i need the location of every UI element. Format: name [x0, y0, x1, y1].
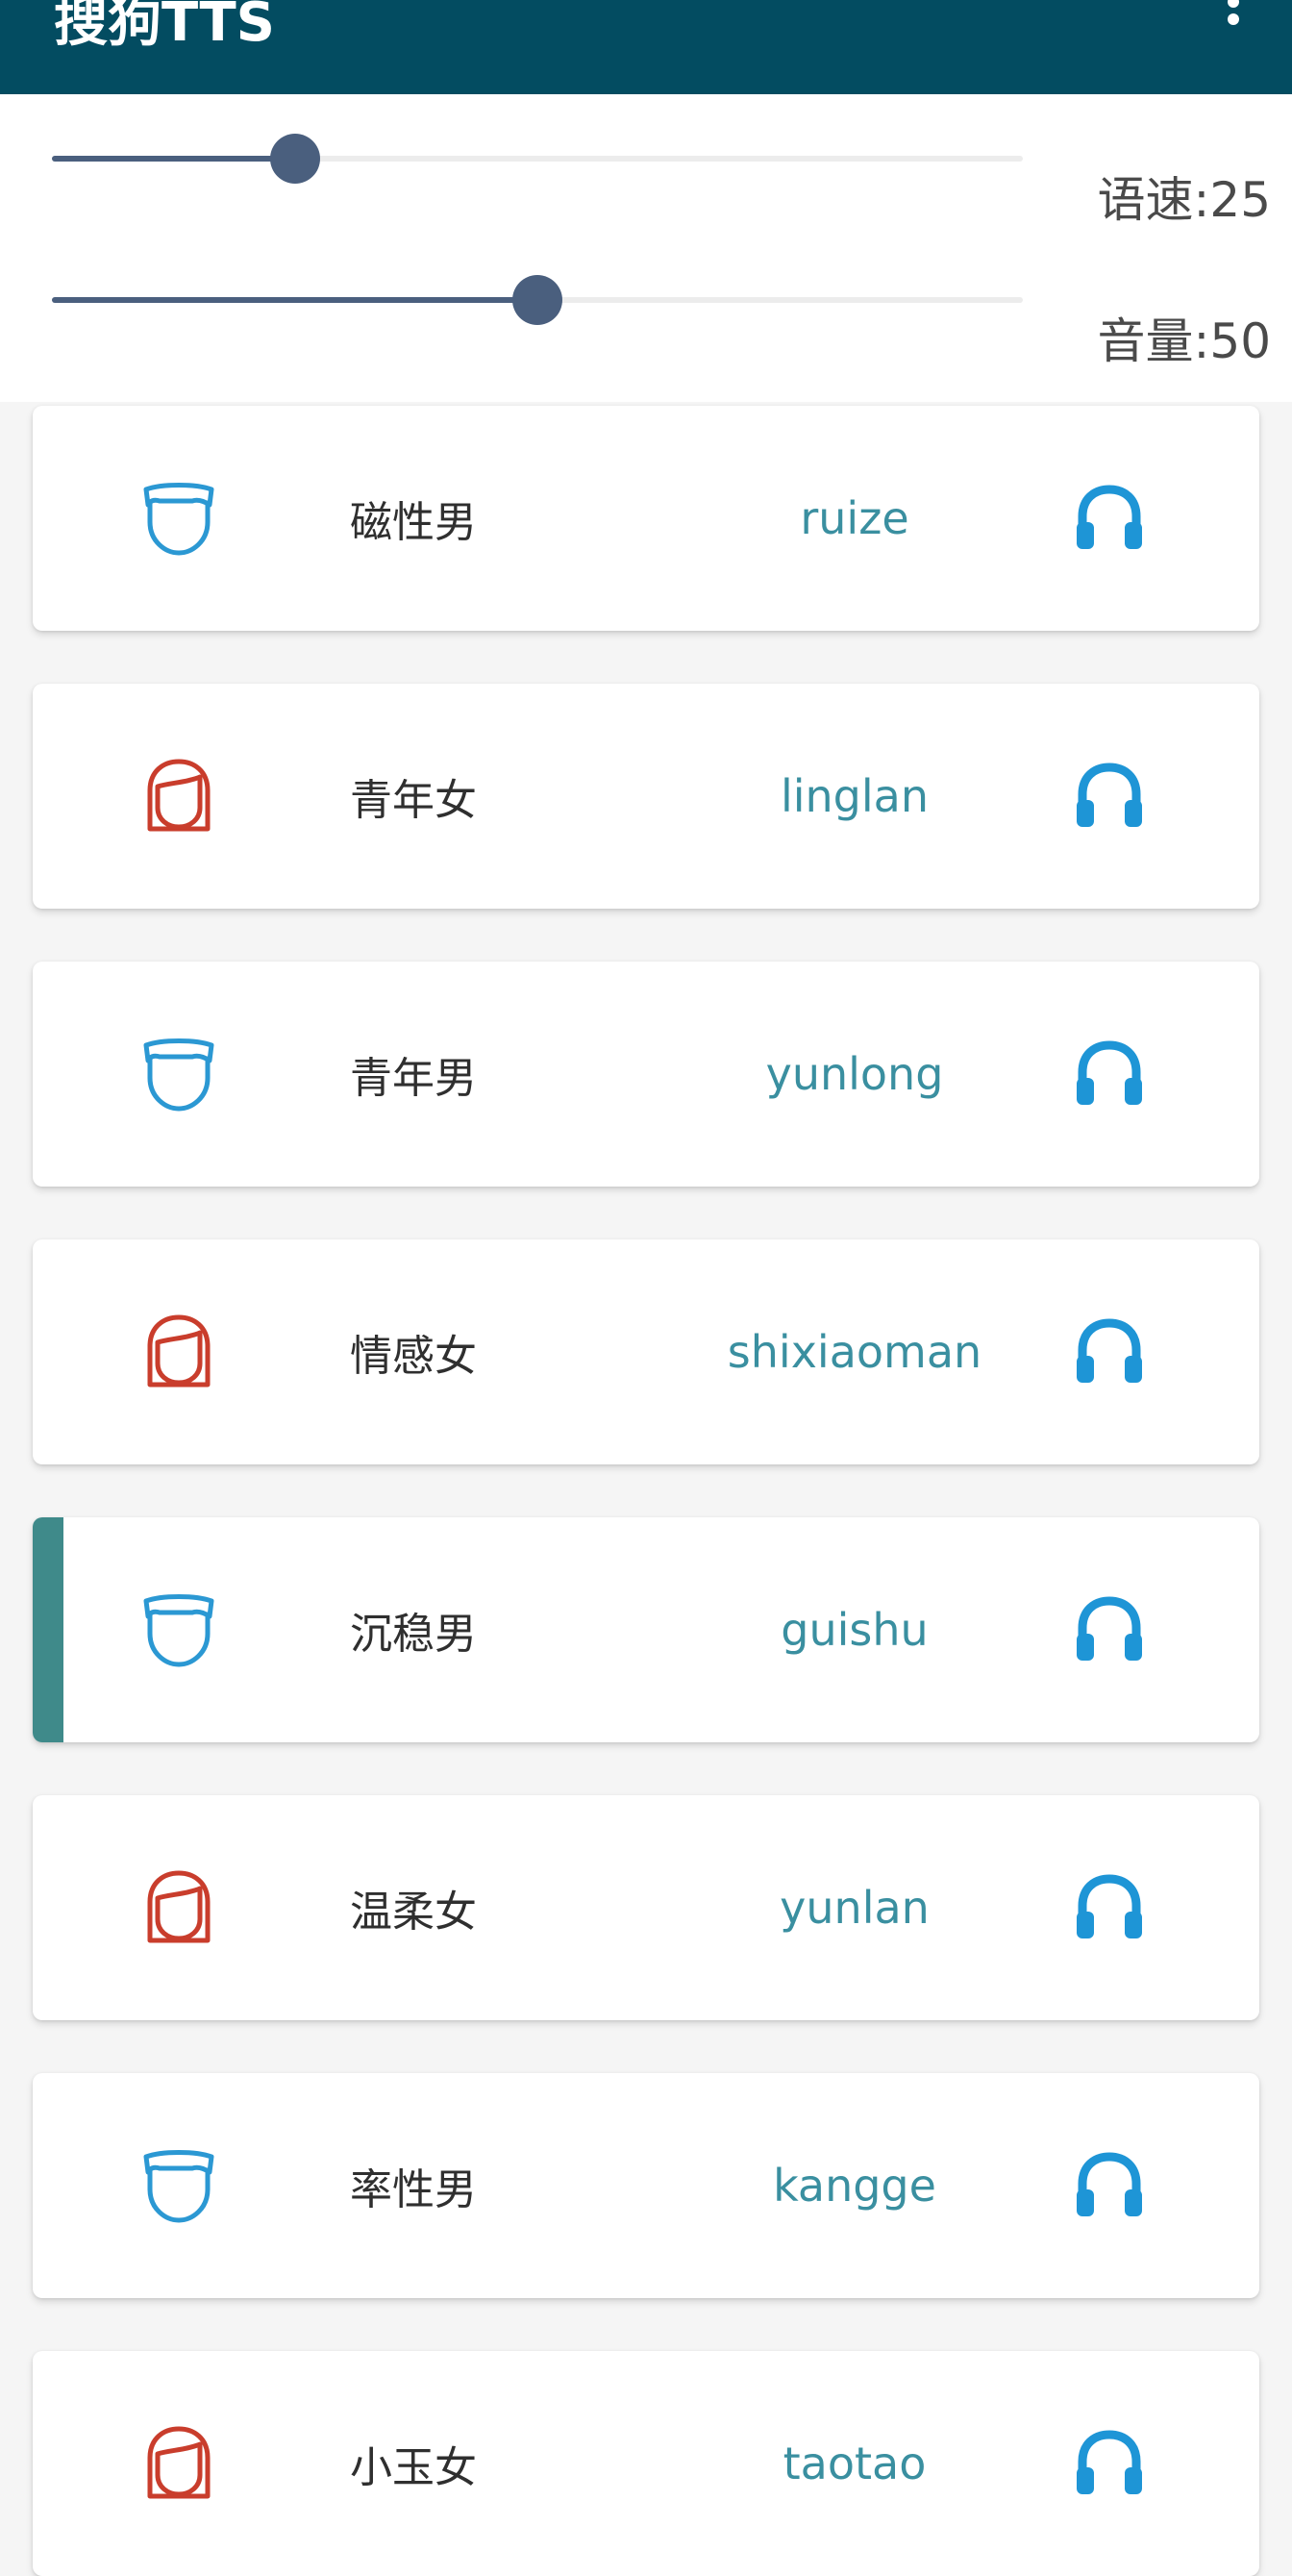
- speed-slider-fill: [52, 156, 295, 162]
- headphone-icon[interactable]: [1075, 2151, 1144, 2220]
- voice-id: yunlong: [765, 1048, 944, 1100]
- more-vertical-icon[interactable]: [1217, 0, 1250, 35]
- voice-card[interactable]: 率性男 kangge: [33, 2073, 1259, 2298]
- speed-slider-row: 语速:25: [0, 115, 1292, 228]
- tts-controls: 语速:25 音量:50: [0, 94, 1292, 402]
- headphone-icon[interactable]: [1075, 2429, 1144, 2498]
- voice-card[interactable]: 青年女 linglan: [33, 684, 1259, 909]
- speed-value-label: 语速:25: [1097, 172, 1271, 228]
- voice-label: 青年女: [350, 776, 477, 825]
- voice-label: 情感女: [350, 1332, 477, 1381]
- voice-label: 小玉女: [350, 2443, 477, 2492]
- headphone-icon[interactable]: [1075, 1595, 1144, 1664]
- voice-label: 青年男: [350, 1054, 477, 1103]
- voice-id: yunlan: [780, 1882, 930, 1934]
- female-face-icon: [140, 1869, 217, 1946]
- speed-slider[interactable]: [52, 134, 1023, 184]
- headphone-icon[interactable]: [1075, 762, 1144, 831]
- voice-id: guishu: [781, 1604, 929, 1656]
- voice-id: ruize: [800, 492, 909, 544]
- voice-id: taotao: [783, 2438, 927, 2489]
- male-face-icon: [140, 2147, 217, 2224]
- voice-card[interactable]: 温柔女 yunlan: [33, 1795, 1259, 2020]
- voice-card[interactable]: 沉稳男 guishu: [33, 1517, 1259, 1742]
- voice-label: 率性男: [350, 2165, 477, 2214]
- volume-slider-thumb[interactable]: [512, 275, 562, 325]
- volume-slider[interactable]: [52, 275, 1023, 325]
- voice-card[interactable]: 小玉女 taotao: [33, 2351, 1259, 2576]
- app-title: 搜狗TTS: [54, 0, 276, 54]
- headphone-icon[interactable]: [1075, 484, 1144, 553]
- headphone-icon[interactable]: [1075, 1873, 1144, 1942]
- voice-label: 磁性男: [350, 498, 477, 547]
- voice-label: 沉稳男: [350, 1610, 477, 1659]
- female-face-icon: [140, 758, 217, 835]
- voice-id: kangge: [773, 2160, 936, 2212]
- male-face-icon: [140, 1036, 217, 1113]
- male-face-icon: [140, 480, 217, 557]
- voice-label: 温柔女: [350, 1888, 477, 1937]
- headphone-icon[interactable]: [1075, 1317, 1144, 1387]
- headphone-icon[interactable]: [1075, 1039, 1144, 1109]
- male-face-icon: [140, 1591, 217, 1668]
- voice-card[interactable]: 磁性男 ruize: [33, 406, 1259, 631]
- volume-slider-fill: [52, 297, 537, 303]
- volume-value-label: 音量:50: [1097, 313, 1271, 369]
- voice-id: shixiaoman: [727, 1326, 982, 1378]
- volume-slider-row: 音量:50: [0, 257, 1292, 369]
- voice-id: linglan: [780, 770, 930, 822]
- voice-card[interactable]: 青年男 yunlong: [33, 962, 1259, 1187]
- speed-slider-thumb[interactable]: [270, 134, 320, 184]
- female-face-icon: [140, 1313, 217, 1390]
- app-bar: 搜狗TTS: [0, 0, 1292, 94]
- female-face-icon: [140, 2425, 217, 2502]
- voice-card[interactable]: 情感女 shixiaoman: [33, 1239, 1259, 1464]
